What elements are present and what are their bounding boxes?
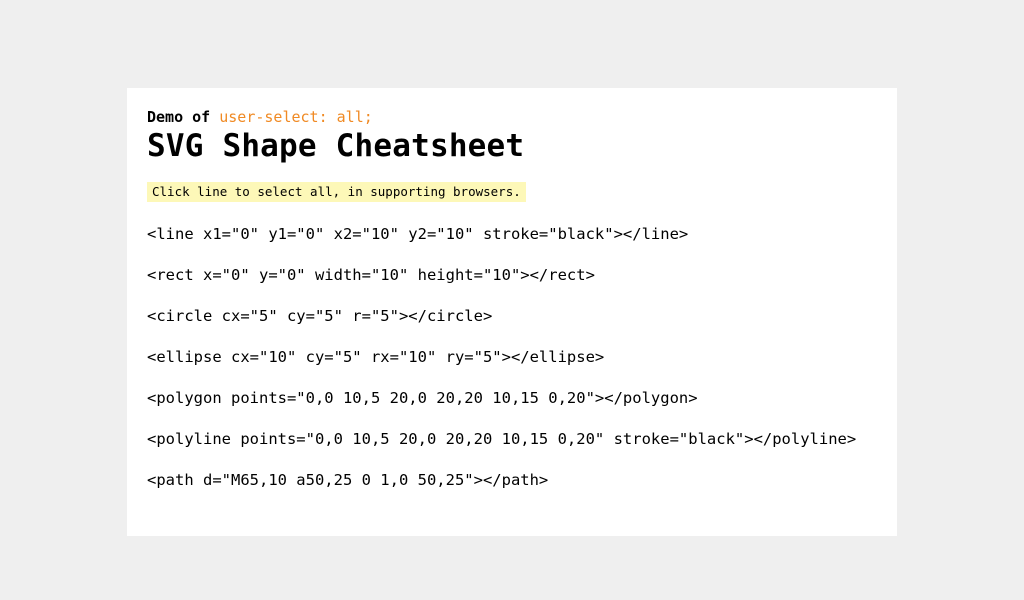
snippet-path[interactable]: <path d="M65,10 a50,25 0 1,0 50,25"></pa… (147, 470, 877, 511)
demo-prefix: Demo of (147, 108, 211, 126)
cheatsheet-card: Demo of user-select: all; SVG Shape Chea… (127, 88, 897, 536)
snippet-list: <line x1="0" y1="0" x2="10" y2="10" stro… (147, 224, 877, 511)
page-title: SVG Shape Cheatsheet (147, 128, 525, 164)
demo-property: user-select: all; (219, 108, 373, 126)
snippet-polyline[interactable]: <polyline points="0,0 10,5 20,0 20,20 10… (147, 429, 877, 470)
snippet-ellipse[interactable]: <ellipse cx="10" cy="5" rx="10" ry="5"><… (147, 347, 877, 388)
snippet-line[interactable]: <line x1="0" y1="0" x2="10" y2="10" stro… (147, 224, 877, 265)
demo-caption: Demo of user-select: all; (147, 108, 877, 126)
snippet-circle[interactable]: <circle cx="5" cy="5" r="5"></circle> (147, 306, 877, 347)
instruction-note: Click line to select all, in supporting … (147, 182, 526, 202)
snippet-polygon[interactable]: <polygon points="0,0 10,5 20,0 20,20 10,… (147, 388, 877, 429)
snippet-rect[interactable]: <rect x="0" y="0" width="10" height="10"… (147, 265, 877, 306)
